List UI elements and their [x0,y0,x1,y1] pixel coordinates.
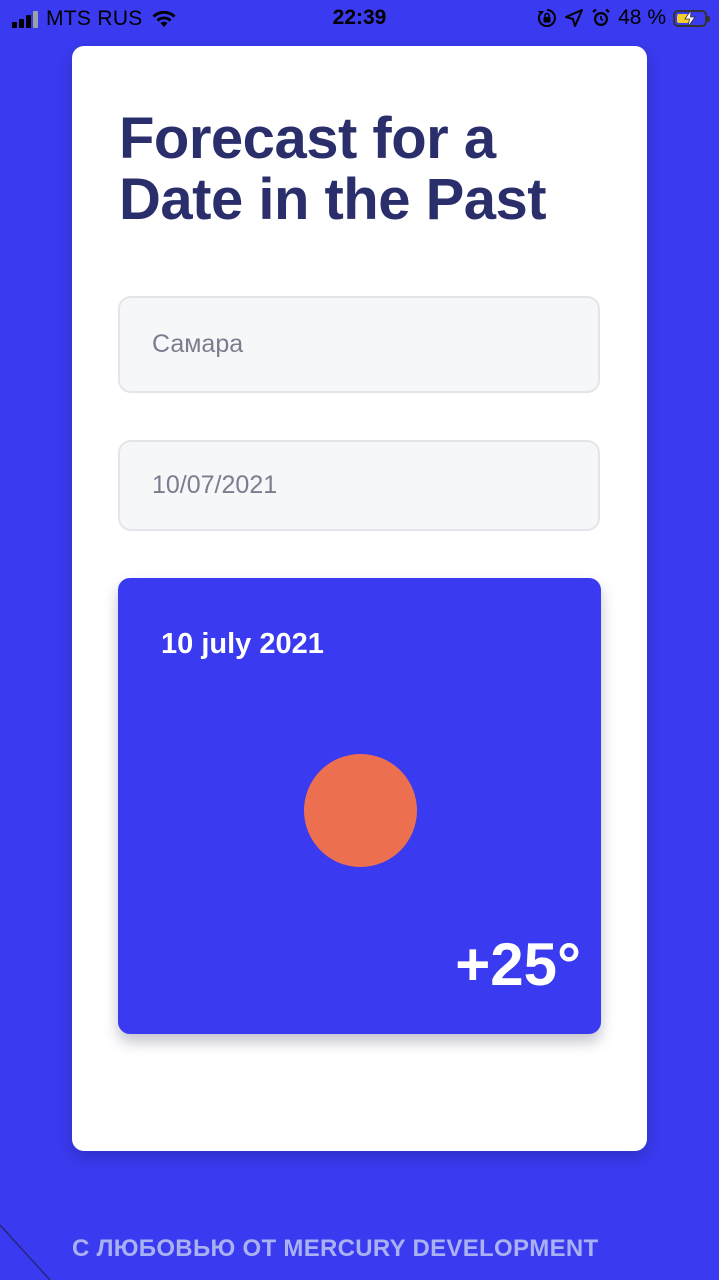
location-arrow-icon [565,9,584,27]
status-bar: MTS RUS 22:39 48 % [0,0,719,40]
page-title: Forecast for a Date in the Past [119,106,547,232]
status-bar-right: 48 % [537,6,710,30]
sun-icon [304,754,417,867]
battery-percentage: 48 % [618,6,666,29]
battery-charging-icon [673,9,710,27]
footer-credit: С ЛЮБОВЬЮ ОТ MERCURY DEVELOPMENT [72,1235,599,1262]
rotation-lock-icon [538,9,557,27]
decorative-line [0,1224,51,1280]
weather-temperature: +25° [455,931,581,998]
forecast-card: Forecast for a Date in the Past Самара 1… [72,46,647,1151]
date-input[interactable]: 10/07/2021 [118,440,600,531]
alarm-icon [592,8,610,26]
weather-date: 10 july 2021 [161,628,324,660]
city-input[interactable]: Самара [118,296,600,393]
weather-result-card: 10 july 2021 +25° [118,578,601,1034]
